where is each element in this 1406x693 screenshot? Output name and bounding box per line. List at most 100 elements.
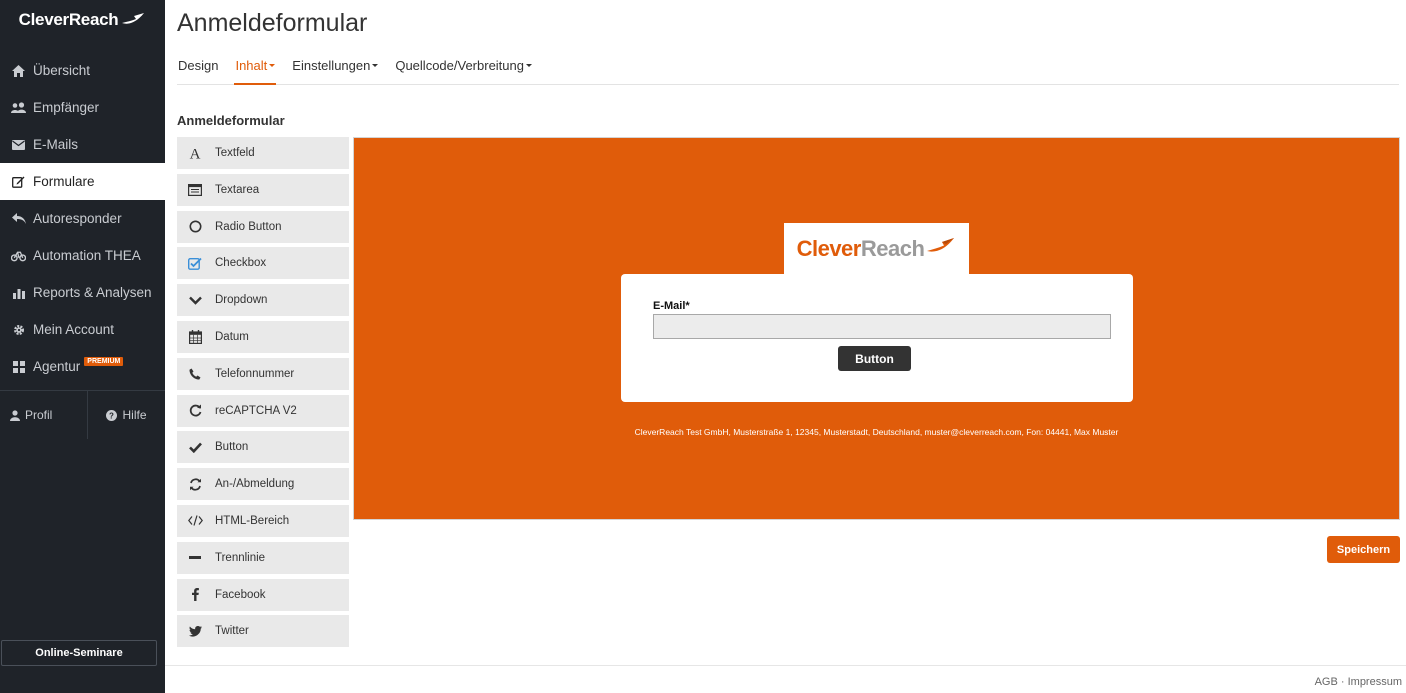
help-link[interactable]: ? Hilfe	[88, 391, 165, 439]
element-dropdown[interactable]: Dropdown	[177, 284, 349, 317]
element-label: HTML-Bereich	[215, 514, 290, 527]
preview-logo-text-reach: Reach	[860, 236, 925, 261]
envelope-icon	[11, 138, 26, 152]
caret-down-icon	[269, 64, 276, 68]
tab-label: Design	[178, 58, 219, 73]
element-label: Dropdown	[215, 294, 268, 307]
nav-label: Automation THEA	[33, 248, 141, 263]
main-content: Anmeldeformular Design Inhalt Einstellun…	[165, 0, 1406, 693]
users-icon	[11, 101, 26, 115]
element-trennlinie[interactable]: Trennlinie	[177, 541, 349, 574]
caret-down-icon	[526, 64, 532, 68]
element-textarea[interactable]: Textarea	[177, 173, 349, 206]
save-button[interactable]: Speichern	[1327, 536, 1400, 563]
element-datum[interactable]: Datum	[177, 320, 349, 353]
facebook-icon	[187, 587, 203, 603]
nav-item-uebersicht[interactable]: Übersicht	[0, 52, 165, 89]
tab-inhalt[interactable]: Inhalt	[234, 48, 277, 85]
element-an-abmeldung[interactable]: An-/Abmeldung	[177, 468, 349, 501]
nav-item-emails[interactable]: E-Mails	[0, 126, 165, 163]
element-label: An-/Abmeldung	[215, 478, 295, 491]
element-label: Twitter	[215, 625, 249, 638]
gear-icon	[11, 323, 26, 337]
nav-label: E-Mails	[33, 137, 79, 152]
nav-label: Autoresponder	[33, 211, 122, 226]
tab-quellcode[interactable]: Quellcode/Verbreitung	[394, 48, 533, 85]
logo-text: CleverReach	[18, 10, 119, 29]
nav-item-formulare[interactable]: Formulare	[0, 163, 165, 200]
phone-icon	[187, 366, 203, 382]
nav-label: Mein Account	[33, 322, 115, 337]
home-icon	[11, 64, 26, 78]
preview-logo-swoosh-icon	[926, 236, 956, 254]
email-label: E-Mail*	[653, 300, 690, 312]
element-label: Telefonnummer	[215, 367, 295, 380]
minus-icon	[187, 550, 203, 566]
sidebar: CleverReach Übersicht Empfänger E-Mails …	[0, 0, 165, 693]
element-twitter[interactable]: Twitter	[177, 615, 349, 648]
chevron-down-icon	[187, 292, 203, 308]
checkbox-icon	[187, 255, 203, 271]
element-recaptcha[interactable]: reCAPTCHA V2	[177, 394, 349, 427]
profile-link[interactable]: Profil	[0, 391, 88, 439]
code-icon	[187, 513, 203, 529]
element-textfeld[interactable]: A Textfeld	[177, 137, 349, 169]
cleverreach-logo[interactable]: CleverReach	[0, 0, 165, 52]
reply-icon	[11, 212, 26, 226]
element-button[interactable]: Button	[177, 431, 349, 464]
tab-label: Inhalt	[235, 58, 268, 73]
refresh-icon	[187, 403, 203, 419]
svg-text:?: ?	[110, 411, 115, 420]
email-input[interactable]	[653, 314, 1111, 339]
section-title: Anmeldeformular	[177, 113, 285, 128]
caret-down-icon	[372, 64, 379, 68]
agb-link[interactable]: AGB	[1315, 676, 1338, 688]
sync-icon	[187, 476, 203, 492]
tab-einstellungen[interactable]: Einstellungen	[291, 48, 379, 85]
element-label: Radio Button	[215, 220, 282, 233]
nav-item-autoresponder[interactable]: Autoresponder	[0, 200, 165, 237]
logo-swoosh-icon	[120, 10, 146, 31]
bar-chart-icon	[11, 286, 26, 300]
tab-label: Einstellungen	[292, 58, 371, 73]
nav-item-automation-thea[interactable]: Automation THEA	[0, 237, 165, 274]
element-telefonnummer[interactable]: Telefonnummer	[177, 357, 349, 390]
footer-links: AGB · Impressum	[1315, 676, 1402, 688]
element-label: Textfeld	[215, 147, 255, 159]
premium-badge: PREMIUM	[84, 357, 124, 366]
nav-label: Formulare	[33, 174, 95, 189]
main-nav: Übersicht Empfänger E-Mails Formulare Au…	[0, 52, 165, 385]
nav-item-reports[interactable]: Reports & Analysen	[0, 274, 165, 311]
svg-text:A: A	[190, 147, 201, 161]
calendar-icon	[187, 329, 203, 345]
element-checkbox[interactable]: Checkbox	[177, 247, 349, 280]
check-icon	[187, 439, 203, 455]
tab-design[interactable]: Design	[177, 48, 219, 85]
textarea-icon	[187, 182, 203, 198]
element-label: Datum	[215, 330, 249, 343]
nav-item-mein-account[interactable]: Mein Account	[0, 311, 165, 348]
nav-label: Übersicht	[33, 63, 91, 78]
nav-item-agentur[interactable]: Agentur PREMIUM	[0, 348, 165, 385]
form-element-palette: A Textfeld Textarea Radio Button Checkbo…	[177, 137, 349, 652]
form-submit-button[interactable]: Button	[838, 346, 911, 371]
element-html-bereich[interactable]: HTML-Bereich	[177, 504, 349, 537]
online-seminare-button[interactable]: Online-Seminare	[1, 640, 157, 666]
impressum-link[interactable]: Impressum	[1348, 676, 1402, 688]
preview-logo: Clever Reach	[784, 223, 969, 275]
nav-label: Reports & Analysen	[33, 285, 152, 300]
edit-icon	[11, 175, 26, 189]
grid-icon	[11, 360, 26, 374]
element-label: Trennlinie	[215, 551, 266, 564]
sidebar-bottom-links: Profil ? Hilfe	[0, 391, 165, 439]
element-label: Checkbox	[215, 257, 267, 270]
profile-label: Profil	[25, 408, 53, 422]
element-facebook[interactable]: Facebook	[177, 578, 349, 611]
element-radio-button[interactable]: Radio Button	[177, 210, 349, 243]
element-label: Facebook	[215, 588, 266, 601]
twitter-icon	[187, 623, 203, 639]
footer: AGB · Impressum	[165, 665, 1406, 693]
tab-label: Quellcode/Verbreitung	[395, 58, 524, 73]
nav-item-empfaenger[interactable]: Empfänger	[0, 89, 165, 126]
element-label: Textarea	[215, 183, 260, 196]
